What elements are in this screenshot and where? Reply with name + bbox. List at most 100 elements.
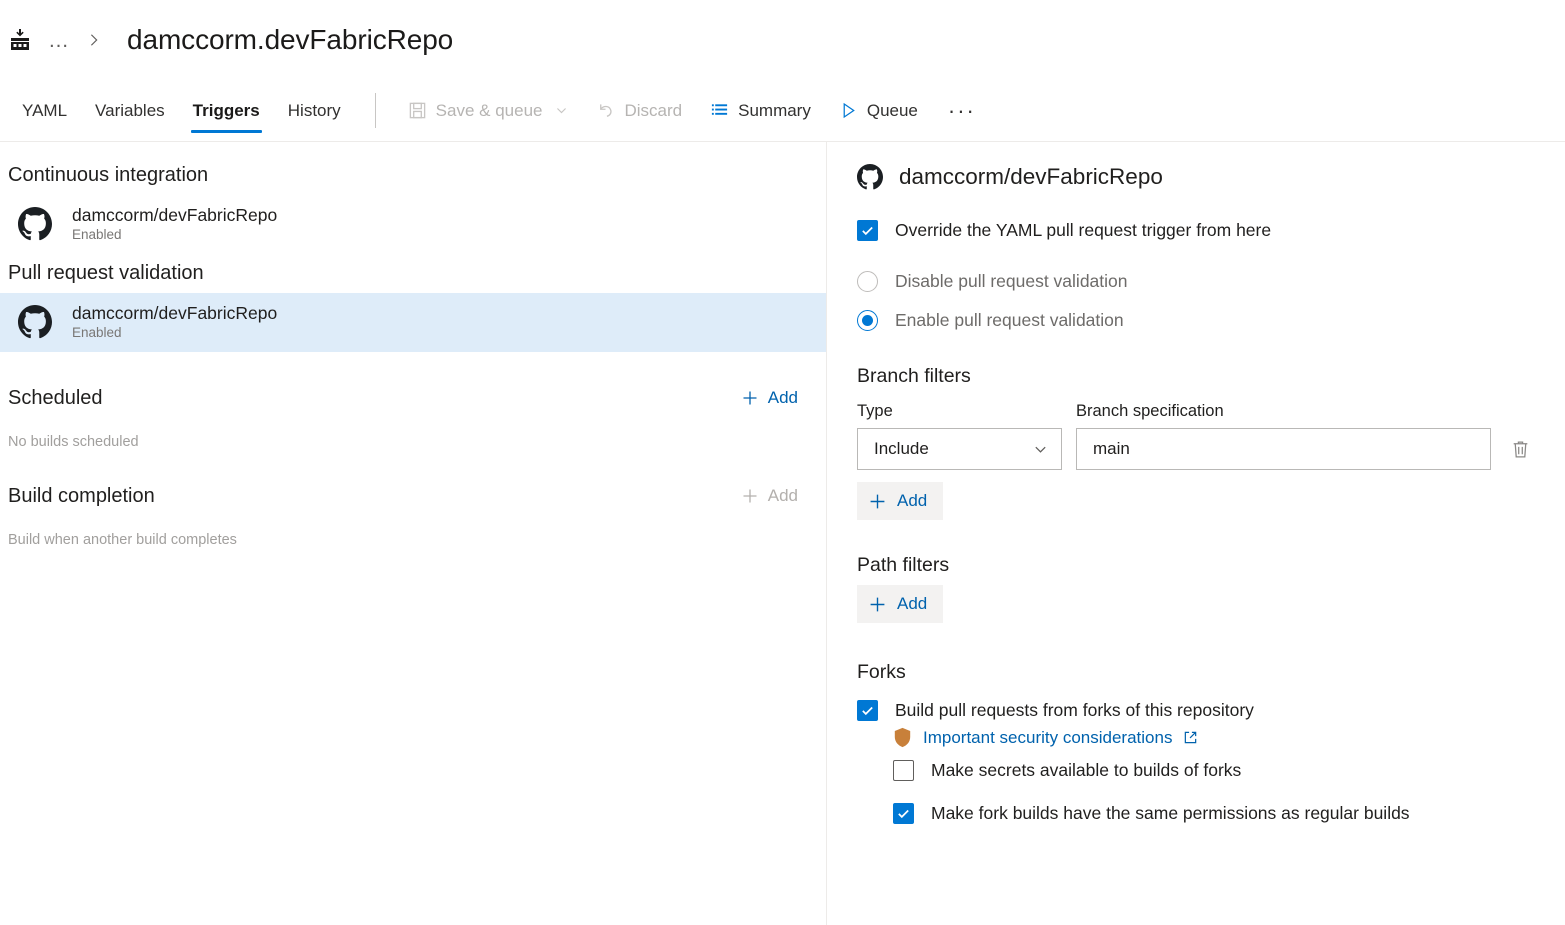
- tab-history-label: History: [288, 101, 341, 121]
- trigger-item-continuous-integration[interactable]: damccorm/devFabricRepo Enabled: [0, 195, 826, 254]
- section-scheduled-title: Scheduled: [8, 387, 103, 410]
- details-title: damccorm/devFabricRepo: [899, 164, 1163, 190]
- trigger-item-texts: damccorm/devFabricRepo Enabled: [72, 205, 277, 242]
- branch-filters-heading: Branch filters: [857, 365, 1535, 388]
- scheduled-empty-text: No builds scheduled: [0, 418, 826, 476]
- toolbar-divider: [375, 93, 376, 128]
- trigger-item-status: Enabled: [72, 227, 277, 242]
- add-scheduled-label: Add: [768, 388, 798, 408]
- section-build-completion-title: Build completion: [8, 485, 155, 508]
- trash-icon: [1510, 439, 1531, 460]
- branch-filter-type-select[interactable]: Include: [857, 428, 1062, 470]
- check-icon: [860, 703, 875, 718]
- disable-pr-validation-radio-row[interactable]: Disable pull request validation: [857, 271, 1535, 292]
- enable-pr-validation-radio[interactable]: [857, 310, 878, 331]
- add-path-filter-label: Add: [897, 594, 927, 614]
- trigger-item-pull-request-validation[interactable]: damccorm/devFabricRepo Enabled: [0, 293, 826, 352]
- tab-yaml[interactable]: YAML: [8, 80, 81, 141]
- tab-list: YAML Variables Triggers History: [8, 80, 355, 141]
- content-area: Continuous integration damccorm/devFabri…: [0, 142, 1565, 925]
- toolbar-actions: Save & queue Discard Summary: [396, 80, 990, 141]
- triggers-list-pane: Continuous integration damccorm/devFabri…: [0, 142, 827, 925]
- trigger-details-pane: damccorm/devFabricRepo Override the YAML…: [827, 142, 1565, 925]
- save-and-queue-button[interactable]: Save & queue: [396, 95, 581, 127]
- add-scheduled-button[interactable]: Add: [738, 386, 802, 410]
- branch-filter-type-label: Type: [857, 402, 1062, 421]
- summary-button[interactable]: Summary: [698, 95, 823, 127]
- save-icon: [408, 101, 427, 120]
- tab-yaml-label: YAML: [22, 101, 67, 121]
- branch-filter-type-column: Type Include: [857, 402, 1062, 470]
- secrets-to-forks-checkbox[interactable]: [893, 760, 914, 781]
- chevron-down-icon: [555, 104, 568, 117]
- fork-permissions-checkbox-row[interactable]: Make fork builds have the same permissio…: [893, 803, 1535, 824]
- override-yaml-trigger-label: Override the YAML pull request trigger f…: [895, 220, 1271, 241]
- enable-pr-validation-label: Enable pull request validation: [895, 310, 1124, 331]
- secrets-to-forks-label: Make secrets available to builds of fork…: [931, 760, 1241, 781]
- add-branch-filter-button[interactable]: Add: [857, 482, 943, 520]
- forks-heading: Forks: [857, 661, 1535, 684]
- queue-button[interactable]: Queue: [827, 95, 930, 127]
- branch-specification-input[interactable]: [1076, 428, 1491, 470]
- build-from-forks-checkbox-row[interactable]: Build pull requests from forks of this r…: [857, 700, 1535, 721]
- add-build-completion-label: Add: [768, 486, 798, 506]
- summary-label: Summary: [738, 101, 811, 121]
- fork-permissions-label: Make fork builds have the same permissio…: [931, 803, 1410, 824]
- github-icon: [857, 164, 883, 190]
- secrets-to-forks-checkbox-row[interactable]: Make secrets available to builds of fork…: [893, 760, 1535, 781]
- branch-filter-spec-label: Branch specification: [1076, 402, 1491, 421]
- discard-button[interactable]: Discard: [584, 95, 694, 127]
- breadcrumb-ellipsis[interactable]: …: [42, 30, 77, 51]
- add-build-completion-button[interactable]: Add: [738, 484, 802, 508]
- undo-icon: [596, 101, 615, 120]
- delete-branch-filter-button[interactable]: [1505, 434, 1535, 464]
- more-actions-button[interactable]: ···: [934, 100, 990, 122]
- add-path-filter-button[interactable]: Add: [857, 585, 943, 623]
- branch-filter-spec-column: Branch specification: [1076, 402, 1491, 470]
- breadcrumb: … damccorm.devFabricRepo: [0, 0, 1565, 80]
- github-icon: [18, 305, 52, 339]
- branch-filter-type-value: Include: [874, 439, 929, 459]
- pipeline-icon[interactable]: [8, 28, 32, 52]
- enable-pr-validation-radio-row[interactable]: Enable pull request validation: [857, 310, 1535, 331]
- tab-triggers[interactable]: Triggers: [179, 80, 274, 141]
- section-scheduled-header: Scheduled Add: [0, 378, 826, 418]
- section-build-completion-header: Build completion Add: [0, 476, 826, 516]
- queue-label: Queue: [867, 101, 918, 121]
- check-icon: [860, 223, 875, 238]
- chevron-down-icon: [1033, 442, 1048, 457]
- play-icon: [839, 101, 858, 120]
- trigger-item-status: Enabled: [72, 325, 277, 340]
- fork-permissions-checkbox[interactable]: [893, 803, 914, 824]
- build-from-forks-checkbox[interactable]: [857, 700, 878, 721]
- section-pull-request-validation-title: Pull request validation: [8, 262, 204, 285]
- tab-variables[interactable]: Variables: [81, 80, 179, 141]
- security-considerations-row: Important security considerations: [893, 727, 1535, 748]
- external-link-icon[interactable]: [1183, 730, 1198, 745]
- tab-history[interactable]: History: [274, 80, 355, 141]
- plus-icon: [742, 390, 758, 406]
- details-title-row: damccorm/devFabricRepo: [857, 164, 1535, 190]
- shield-icon: [893, 727, 912, 748]
- trigger-item-name: damccorm/devFabricRepo: [72, 303, 277, 324]
- section-continuous-integration-header: Continuous integration: [0, 156, 826, 195]
- section-pull-request-validation-header: Pull request validation: [0, 254, 826, 293]
- page-title: damccorm.devFabricRepo: [127, 24, 453, 56]
- tab-variables-label: Variables: [95, 101, 165, 121]
- override-yaml-trigger-checkbox-row[interactable]: Override the YAML pull request trigger f…: [857, 220, 1535, 241]
- add-branch-filter-label: Add: [897, 491, 927, 511]
- tab-toolbar: YAML Variables Triggers History Save & q…: [0, 80, 1565, 142]
- security-considerations-link[interactable]: Important security considerations: [923, 728, 1172, 748]
- summary-list-icon: [710, 101, 729, 120]
- trigger-item-name: damccorm/devFabricRepo: [72, 205, 277, 226]
- build-completion-empty-text: Build when another build completes: [0, 516, 826, 574]
- trigger-item-texts: damccorm/devFabricRepo Enabled: [72, 303, 277, 340]
- override-yaml-trigger-checkbox[interactable]: [857, 220, 878, 241]
- section-continuous-integration-title: Continuous integration: [8, 164, 208, 187]
- plus-icon: [869, 493, 886, 510]
- disable-pr-validation-radio[interactable]: [857, 271, 878, 292]
- save-and-queue-label: Save & queue: [436, 101, 543, 121]
- spacer: [0, 352, 826, 378]
- discard-label: Discard: [624, 101, 682, 121]
- github-icon: [18, 207, 52, 241]
